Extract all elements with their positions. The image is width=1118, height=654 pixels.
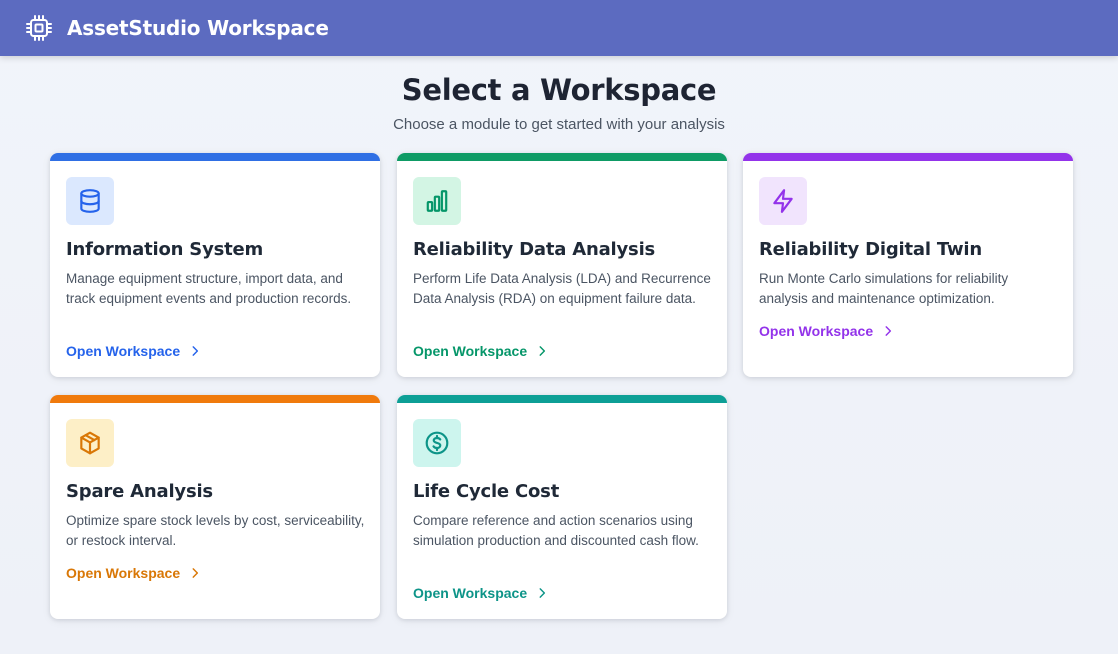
page-title: Select a Workspace xyxy=(401,73,717,107)
card-accent-bar xyxy=(50,395,380,403)
card-accent-bar xyxy=(50,153,380,161)
open-workspace-link[interactable]: Open Workspace xyxy=(413,585,549,601)
open-workspace-link[interactable]: Open Workspace xyxy=(66,565,202,581)
card-title: Reliability Digital Twin xyxy=(759,239,983,260)
card-description: Run Monte Carlo simulations for reliabil… xyxy=(759,271,1009,306)
card-accent-bar xyxy=(743,153,1073,161)
chevron-right-icon xyxy=(188,566,202,580)
database-icon xyxy=(66,177,114,225)
cube-icon xyxy=(66,419,114,467)
open-workspace-label: Open Workspace xyxy=(413,343,528,359)
card-title: Spare Analysis xyxy=(66,481,213,502)
workspace-card-information-system[interactable]: Information System Manage equipment stru… xyxy=(50,153,380,377)
open-workspace-label: Open Workspace xyxy=(66,565,181,581)
chevron-right-icon xyxy=(881,324,895,338)
open-workspace-link[interactable]: Open Workspace xyxy=(759,323,895,339)
card-title: Information System xyxy=(66,239,264,260)
chevron-right-icon xyxy=(535,344,549,358)
workspace-card-life-cycle-cost[interactable]: Life Cycle Cost Compare reference and ac… xyxy=(397,395,727,619)
chevron-right-icon xyxy=(188,344,202,358)
open-workspace-link[interactable]: Open Workspace xyxy=(413,343,549,359)
workspace-card-spare-analysis[interactable]: Spare Analysis Optimize spare stock leve… xyxy=(50,395,380,619)
dollar-circle-icon xyxy=(413,419,461,467)
card-description: Compare reference and action scenarios u… xyxy=(413,513,699,548)
open-workspace-label: Open Workspace xyxy=(66,343,181,359)
cpu-chip-icon xyxy=(24,13,54,43)
page-subtitle: Choose a module to get started with your… xyxy=(393,116,725,133)
top-bar: AssetStudio Workspace xyxy=(0,0,1118,56)
open-workspace-link[interactable]: Open Workspace xyxy=(66,343,202,359)
lightning-bolt-icon xyxy=(759,177,807,225)
card-accent-bar xyxy=(397,395,727,403)
chevron-right-icon xyxy=(535,586,549,600)
card-description: Manage equipment structure, import data,… xyxy=(66,271,352,306)
card-accent-bar xyxy=(397,153,727,161)
bar-chart-icon xyxy=(413,177,461,225)
card-description: Perform Life Data Analysis (LDA) and Rec… xyxy=(413,271,711,306)
card-description: Optimize spare stock levels by cost, ser… xyxy=(66,513,365,548)
workspace-card-reliability-digital-twin[interactable]: Reliability Digital Twin Run Monte Carlo… xyxy=(743,153,1073,377)
card-title: Life Cycle Cost xyxy=(413,481,560,502)
open-workspace-label: Open Workspace xyxy=(759,323,874,339)
app-title: AssetStudio Workspace xyxy=(67,16,329,40)
card-title: Reliability Data Analysis xyxy=(413,239,656,260)
open-workspace-label: Open Workspace xyxy=(413,585,528,601)
workspace-card-reliability-data-analysis[interactable]: Reliability Data Analysis Perform Life D… xyxy=(397,153,727,377)
